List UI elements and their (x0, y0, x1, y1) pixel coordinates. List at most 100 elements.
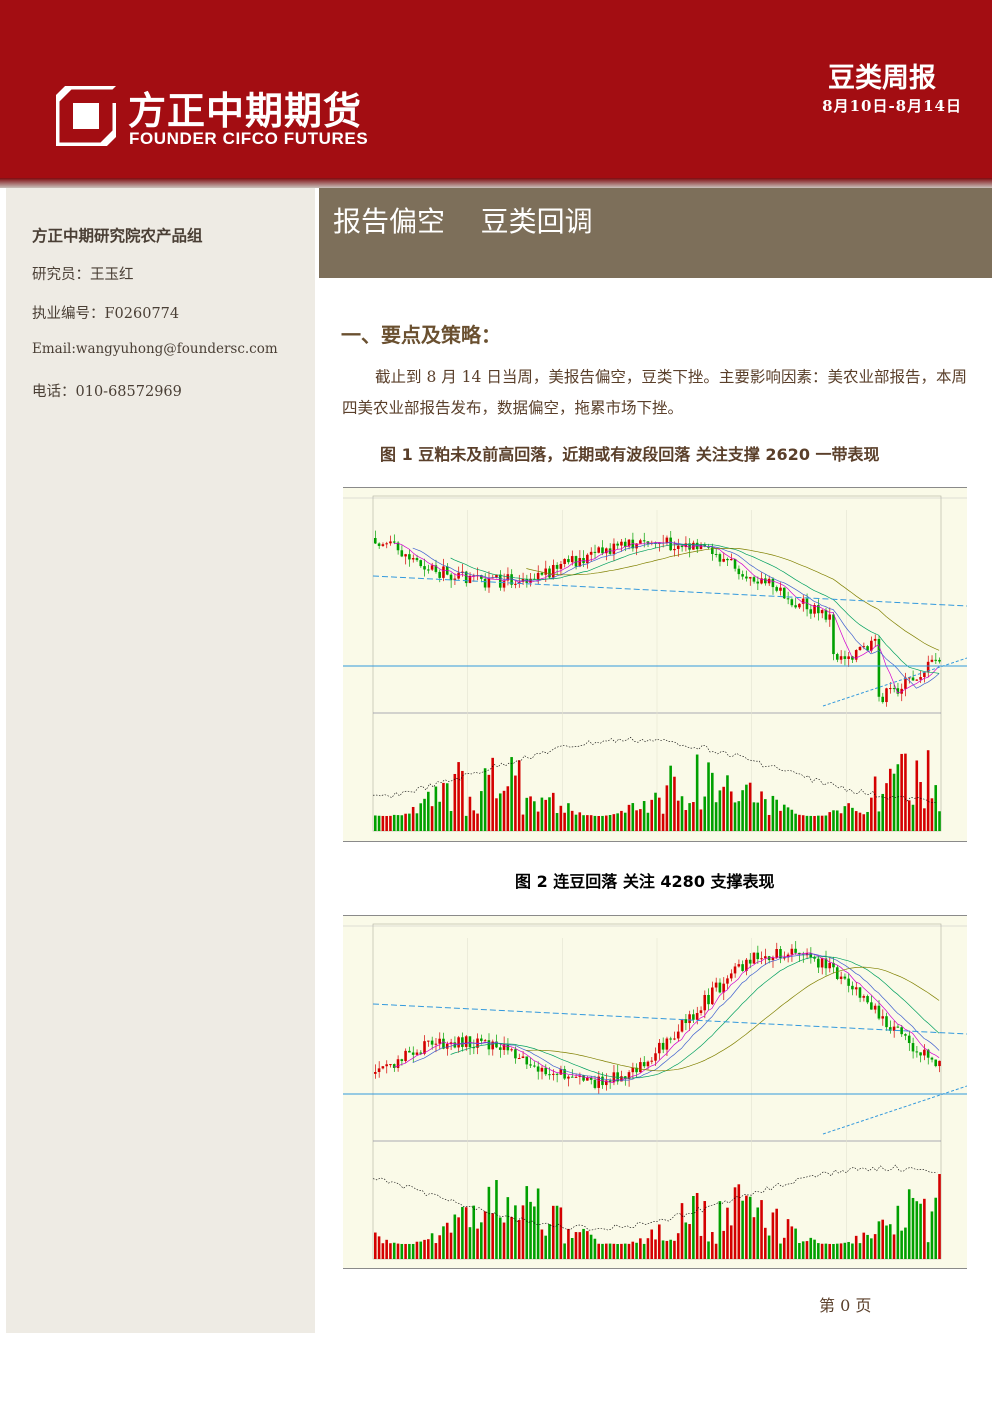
volume-bar (938, 1174, 941, 1259)
candle-body (892, 688, 896, 690)
volume-bar (438, 1235, 441, 1259)
volume-bar (745, 1195, 748, 1259)
volume-bar (423, 1239, 426, 1259)
volume-bar (635, 1242, 638, 1259)
volume-bar (798, 1242, 801, 1259)
candle-body (858, 646, 862, 651)
candle-body (934, 659, 938, 661)
volume-bar (536, 1188, 540, 1259)
volume-bar (820, 1243, 824, 1259)
volume-bar (506, 786, 510, 831)
volume-bar (650, 1229, 654, 1259)
volume-bar (604, 1243, 608, 1259)
candle-body (847, 656, 850, 659)
volume-bar (483, 768, 487, 831)
candle-body (423, 566, 426, 570)
candle-body (699, 1010, 703, 1013)
volume-bar (688, 803, 691, 831)
volume-bar (578, 812, 582, 831)
candle-body (771, 957, 775, 961)
volume-bar (510, 757, 513, 831)
candle-body (695, 1012, 699, 1020)
company-name-en: FOUNDER CIFCO FUTURES (129, 129, 369, 148)
volume-bar (885, 1225, 888, 1259)
candle-body (847, 978, 850, 986)
candle-body (764, 956, 767, 959)
candle-body (714, 982, 718, 988)
candle-body (540, 572, 544, 575)
volume-bar (923, 808, 926, 831)
volume-bar (654, 1239, 657, 1259)
candle-body (737, 964, 741, 967)
candle-body (593, 1079, 597, 1088)
volume-bar (392, 814, 396, 831)
volume-bar (639, 1238, 642, 1259)
volume-bar (631, 803, 635, 831)
candle-body (498, 1047, 502, 1050)
candle-body (381, 544, 385, 546)
volume-bar (525, 1186, 529, 1259)
candle-body (597, 547, 600, 553)
volume-bar (430, 1233, 434, 1259)
volume-bar (498, 1217, 502, 1259)
volume-bar (737, 1184, 741, 1259)
candle-body (510, 1049, 513, 1051)
volume-bar (620, 1243, 623, 1259)
summary-paragraph: 截止到 8 月 14 日当周，美报告偏空，豆类下挫。主要影响因素：美农业部报告，… (342, 368, 967, 417)
candle-body (669, 537, 672, 551)
candle-body (461, 1037, 464, 1047)
volume-bar (737, 801, 741, 831)
volume-bar (533, 1206, 536, 1259)
volume-bar (862, 814, 866, 831)
candle-body (824, 610, 828, 620)
candle-body (555, 1073, 559, 1075)
volume-bar (866, 1234, 869, 1259)
candle-body (430, 1040, 434, 1045)
candle-body (707, 994, 710, 1005)
volume-bar (862, 1232, 866, 1259)
volume-bar (616, 1243, 619, 1259)
candle-body (718, 554, 722, 562)
candle-body (733, 966, 737, 974)
candle-body (506, 1044, 510, 1051)
candle-body (741, 964, 744, 971)
candle-body (703, 994, 707, 1011)
volume-bar (544, 799, 547, 831)
volume-bar (415, 1241, 419, 1259)
volume-bar (389, 1243, 392, 1259)
candle-body (650, 1060, 654, 1062)
candle-body (567, 559, 570, 563)
candle-body (748, 959, 752, 964)
candle-body (722, 983, 725, 993)
volume-bar (639, 809, 642, 831)
volume-bar (934, 1197, 938, 1259)
volume-bar (801, 815, 805, 831)
candle-body (748, 577, 752, 579)
volume-bar (817, 1243, 820, 1259)
volume-bar (411, 1243, 415, 1259)
candle-body (873, 638, 877, 641)
section-heading: 一、要点及策略： (341, 323, 501, 347)
candle-body (680, 545, 684, 548)
volume-bar (919, 1203, 922, 1259)
candle-body (930, 1057, 934, 1060)
volume-bar (858, 1243, 862, 1259)
volume-bar (464, 1207, 468, 1259)
candle-body (381, 1066, 385, 1069)
candle-body (843, 656, 847, 659)
volume-bar (726, 775, 729, 831)
volume-bar (529, 796, 532, 831)
candle-body (642, 1062, 646, 1067)
candle-body (938, 659, 941, 662)
candle-body (449, 574, 453, 581)
candle-body (574, 556, 578, 567)
volume-bar (650, 799, 654, 831)
candle-body (729, 558, 733, 561)
candle-body (434, 1043, 438, 1045)
volume-bar (851, 1243, 854, 1259)
candle-body (639, 1062, 642, 1073)
volume-bar (631, 1241, 635, 1259)
volume-bar (453, 1214, 457, 1259)
candle-body (555, 564, 559, 569)
volume-bar (676, 800, 680, 831)
